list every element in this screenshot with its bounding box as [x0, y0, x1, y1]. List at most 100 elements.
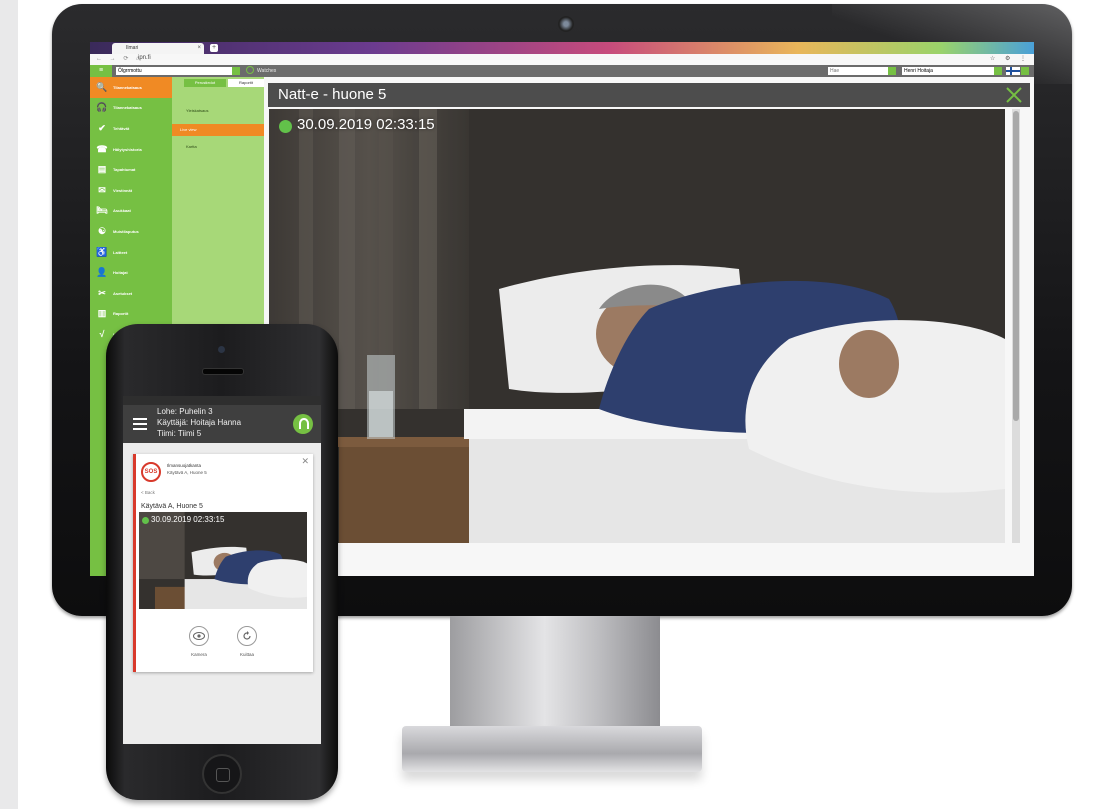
phone-team-line: Tiimi: Tiimi 5 [157, 429, 202, 438]
location-select[interactable]: Ölgrrmottu [116, 67, 232, 75]
sidebar-item-memory[interactable]: ☯ Muistilaputus [90, 221, 172, 242]
language-select-button[interactable] [1021, 67, 1029, 75]
bedroom-scene-image [269, 109, 1005, 543]
power-icon[interactable] [246, 66, 254, 74]
user-select-button[interactable] [994, 67, 1002, 75]
new-tab-button[interactable]: + [210, 44, 218, 52]
sidebar-item-label: Hälytyshistoria [113, 146, 142, 152]
camera-modal-title: Natt-e - huone 5 [278, 86, 387, 103]
user-select[interactable]: Henri Hoitaja [902, 67, 994, 75]
video-scrollbar[interactable] [1012, 109, 1020, 543]
sidebar-item-tasks[interactable]: ✔ Tehtävät [90, 118, 172, 139]
scrollbar-thumb[interactable] [1013, 111, 1019, 421]
sidebar-item-label: Hoitajat [113, 270, 128, 276]
live-indicator [142, 517, 149, 524]
hamburger-menu-icon[interactable] [133, 418, 147, 430]
sidebar-item-label: Tehtävät [113, 125, 130, 131]
sidebar-item-messages[interactable]: ✉ Viestinnät [90, 180, 172, 201]
browser-tab[interactable]: Ilmari × [112, 43, 204, 54]
alarm-location: Käytävä A, Huone 5 [167, 470, 207, 475]
app-logo-icon [293, 414, 313, 434]
location-select-button[interactable] [232, 67, 240, 75]
sidebar-item-label: Viestinnät [113, 187, 133, 193]
sidebar-item-label: Asukkaat [113, 208, 131, 214]
sidebar-item-label: Tilannekatsaus [113, 84, 142, 90]
clipboard-icon: ▤ [97, 164, 107, 175]
alarm-title: Ilmansuojat­kanta [167, 463, 202, 468]
acknowledge-button-label: Kuittaa [239, 652, 254, 657]
sidebar-item-events[interactable]: ▤ Tapahtumat [90, 159, 172, 180]
alarm-room: Käytävä A, Huone 5 [141, 503, 203, 510]
camera-video-feed[interactable]: 30.09.2019 02:33:15 [269, 109, 1005, 543]
dementia-icon: ☯ [97, 225, 107, 236]
main-content: Natt-e - huone 5 30.09.2019 02:33:15 [264, 77, 1034, 576]
sidebar-item-label: Laitteet [113, 249, 128, 255]
watch-label[interactable]: Watches [257, 65, 276, 77]
eye-icon [193, 632, 205, 640]
phone-device-line: Lohe: Puhelin 3 [157, 407, 213, 416]
check-icon: ✔ [98, 122, 106, 133]
sidebar-item-residents[interactable]: 🛏 Asukkaat [90, 201, 172, 222]
mail-icon: ✉ [98, 184, 106, 195]
alarm-priority-stripe [133, 454, 136, 672]
sidebar-item-overview[interactable]: 🔍 Tilannekatsaus [90, 77, 172, 98]
sos-alert-icon: SOS [141, 462, 161, 482]
sidebar-item-reports[interactable]: ▥ Raportit [90, 304, 172, 325]
app-toolbar: ≡ Ölgrrmottu Watches Hae Henri Hoitaja [90, 65, 1034, 77]
browser-tab-bar: Ilmari × + [90, 42, 1034, 54]
browser-nav-icons[interactable]: ← → ⟳ ⌂ [96, 55, 143, 62]
bedroom-scene-thumbnail [139, 512, 307, 609]
phone-camera-feed[interactable]: 30.09.2019 02:33:15 [139, 512, 307, 609]
live-indicator [279, 120, 292, 133]
camera-button-label: Kamera [191, 652, 207, 657]
sidebar-item-alarm-history[interactable]: ☎ Hälytyshistoria [90, 139, 172, 160]
check-mark-icon: √ [99, 329, 105, 340]
phone-icon: ☎ [96, 143, 108, 154]
browser-actions-icons[interactable]: ☆ ⚙ ⋮ [990, 55, 1030, 62]
sidebar-item-label: Raportit [113, 311, 129, 317]
sidebar-item-label: Muistilaputus [113, 228, 139, 234]
front-camera-icon [218, 346, 225, 353]
alarm-card: ✕ SOS Ilmansuojat­kanta Käytävä A, Huone… [133, 454, 313, 672]
sidebar-item-label: Tilannekatsaus [113, 105, 142, 111]
chart-icon: ▥ [97, 308, 107, 319]
smartphone: Lohe: Puhelin 3 Käyttäjä: Hoitaja Hanna … [106, 324, 338, 800]
tab-basic-info[interactable]: Perustiedot [184, 79, 226, 87]
sub-item-live-view[interactable]: Live view [172, 124, 264, 136]
close-icon[interactable]: ✕ [301, 456, 309, 467]
sidebar-item-nurses[interactable]: 👤 Hoitajat [90, 262, 172, 283]
phone-status-bar [123, 396, 321, 405]
home-button[interactable] [202, 754, 242, 794]
sidebar-item-label: Tapahtumat [113, 167, 136, 173]
sub-tabs: Perustiedot Raportit [172, 77, 264, 87]
sidebar-item-status[interactable]: 🎧 Tilannekatsaus [90, 98, 172, 119]
sub-item-overview[interactable]: Yleiskatsaus [178, 105, 258, 117]
tab-reports[interactable]: Raportit [228, 79, 264, 87]
sidebar-item-settings[interactable]: ✂ Asetukset [90, 283, 172, 304]
search-icon: 🔍 [96, 81, 108, 92]
user-icon: 👤 [96, 267, 108, 278]
phone-video-timestamp: 30.09.2019 02:33:15 [151, 515, 225, 524]
url-field[interactable]: ipn.fi [138, 55, 151, 61]
browser-tab-title: Ilmari [126, 45, 139, 51]
search-button[interactable] [888, 67, 896, 75]
refresh-icon [243, 631, 251, 640]
camera-button[interactable] [189, 626, 209, 646]
phone-screen: Lohe: Puhelin 3 Käyttäjä: Hoitaja Hanna … [123, 396, 321, 744]
sidebar-item-devices[interactable]: ♿ Laitteet [90, 242, 172, 263]
search-input[interactable]: Hae [828, 67, 888, 75]
back-link[interactable]: < Back [141, 490, 155, 495]
menu-toggle-button[interactable]: ≡ [90, 65, 112, 77]
phone-user-line: Käyttäjä: Hoitaja Hanna [157, 418, 242, 427]
close-icon[interactable] [1004, 85, 1024, 105]
sub-item-map[interactable]: Kartta [178, 141, 258, 153]
camera-modal-header: Natt-e - huone 5 [268, 83, 1030, 107]
monitor-stand [450, 616, 660, 736]
tab-close-icon[interactable]: × [197, 43, 201, 54]
finnish-flag-icon[interactable] [1006, 67, 1020, 75]
phone-app-header: Lohe: Puhelin 3 Käyttäjä: Hoitaja Hanna … [123, 405, 321, 443]
acknowledge-button[interactable] [237, 626, 257, 646]
bed-icon: 🛏 [96, 205, 108, 216]
monitor-stand-base [402, 726, 702, 772]
headset-icon: 🎧 [96, 102, 108, 113]
